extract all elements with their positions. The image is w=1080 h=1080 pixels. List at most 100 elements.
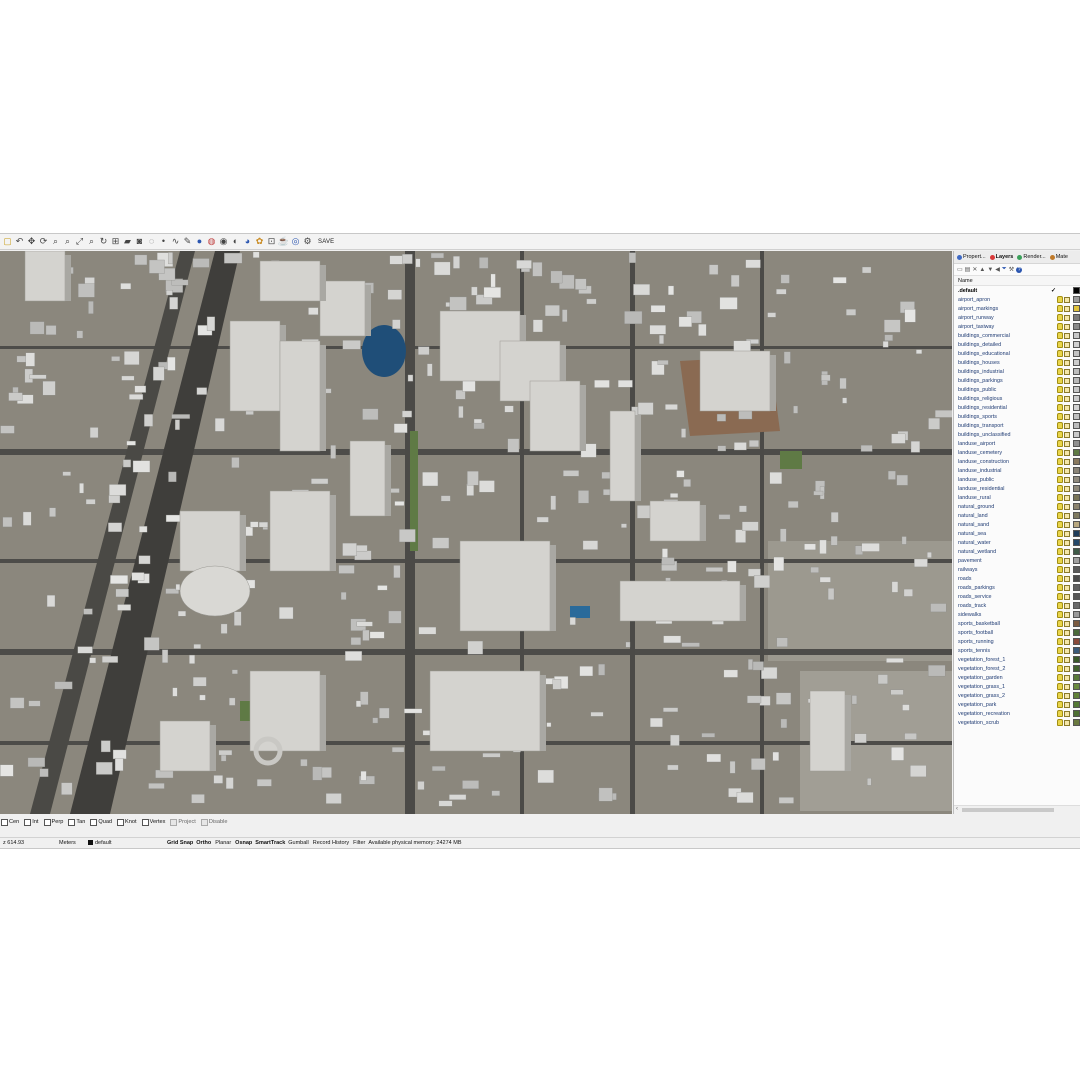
layer-color-swatch[interactable] xyxy=(1073,512,1080,519)
osnap-vertex[interactable]: Vertex xyxy=(141,818,165,826)
visibility-bulb-icon[interactable] xyxy=(1057,467,1063,474)
visibility-bulb-icon[interactable] xyxy=(1057,494,1063,501)
visibility-bulb-icon[interactable] xyxy=(1057,638,1063,645)
layer-row[interactable]: roads_parkings xyxy=(954,583,1080,592)
lock-icon[interactable] xyxy=(1064,476,1070,483)
visibility-bulb-icon[interactable] xyxy=(1057,512,1063,519)
osnap-checkbox[interactable] xyxy=(43,818,51,826)
lock-icon[interactable] xyxy=(1064,521,1070,528)
layer-row[interactable]: vegetation_forest_1 xyxy=(954,655,1080,664)
lock-icon[interactable] xyxy=(1064,620,1070,627)
visibility-bulb-icon[interactable] xyxy=(1057,665,1063,672)
layer-row[interactable]: landuse_industrial xyxy=(954,466,1080,475)
osnap-int[interactable]: Int xyxy=(24,818,39,826)
lock-icon[interactable] xyxy=(1064,566,1070,573)
lock-icon[interactable] xyxy=(1064,674,1070,681)
layer-row[interactable]: airport_markings xyxy=(954,304,1080,313)
layer-row[interactable]: pavement xyxy=(954,556,1080,565)
visibility-bulb-icon[interactable] xyxy=(1057,683,1063,690)
osnap-cen[interactable]: Cen xyxy=(1,818,19,826)
earth-icon[interactable]: ◎ xyxy=(290,236,301,247)
lock-icon[interactable] xyxy=(1064,332,1070,339)
layer-row[interactable]: natural_wetland xyxy=(954,547,1080,556)
layer-row[interactable]: landuse_public xyxy=(954,475,1080,484)
lock-icon[interactable] xyxy=(1064,431,1070,438)
visibility-bulb-icon[interactable] xyxy=(1057,314,1063,321)
delete-icon[interactable]: ✕ xyxy=(972,266,977,273)
layer-row[interactable]: vegetation_forest_2 xyxy=(954,664,1080,673)
save-button[interactable]: SAVE xyxy=(318,239,334,245)
brush-icon[interactable]: ✎ xyxy=(182,236,193,247)
layer-color-swatch[interactable] xyxy=(1073,620,1080,627)
osnap-checkbox[interactable] xyxy=(68,818,76,826)
layer-row[interactable]: vegetation_park xyxy=(954,700,1080,709)
layer-row[interactable]: sidewalks xyxy=(954,610,1080,619)
visibility-bulb-icon[interactable] xyxy=(1057,332,1063,339)
lock-icon[interactable] xyxy=(1064,584,1070,591)
material-icon[interactable]: ◐ xyxy=(230,236,241,247)
visibility-bulb-icon[interactable] xyxy=(1057,548,1063,555)
lock-icon[interactable] xyxy=(1064,404,1070,411)
layer-color-swatch[interactable] xyxy=(1073,287,1080,294)
layer-color-swatch[interactable] xyxy=(1073,440,1080,447)
lock-icon[interactable] xyxy=(1064,719,1070,726)
layer-color-swatch[interactable] xyxy=(1073,674,1080,681)
lock-icon[interactable] xyxy=(1064,575,1070,582)
car-icon[interactable]: ▰ xyxy=(122,236,133,247)
layer-color-swatch[interactable] xyxy=(1073,575,1080,582)
layer-row[interactable]: railways xyxy=(954,565,1080,574)
visibility-bulb-icon[interactable] xyxy=(1057,485,1063,492)
layer-color-swatch[interactable] xyxy=(1073,350,1080,357)
visibility-bulb-icon[interactable] xyxy=(1057,350,1063,357)
layer-row[interactable]: buildings_educational xyxy=(954,349,1080,358)
layer-row[interactable]: buildings_sports xyxy=(954,412,1080,421)
tab-propert[interactable]: Propert... xyxy=(957,254,986,260)
tab-render[interactable]: Render... xyxy=(1017,254,1046,260)
lock-icon[interactable] xyxy=(1064,458,1070,465)
visibility-bulb-icon[interactable] xyxy=(1057,530,1063,537)
lock-icon[interactable] xyxy=(1064,296,1070,303)
layer-color-swatch[interactable] xyxy=(1073,701,1080,708)
layer-color-swatch[interactable] xyxy=(1073,611,1080,618)
rotate-view-icon[interactable]: ↻ xyxy=(98,236,109,247)
visibility-bulb-icon[interactable] xyxy=(1057,413,1063,420)
layer-color-swatch[interactable] xyxy=(1073,566,1080,573)
visibility-bulb-icon[interactable] xyxy=(1057,440,1063,447)
lock-icon[interactable] xyxy=(1064,530,1070,537)
visibility-bulb-icon[interactable] xyxy=(1057,458,1063,465)
visibility-bulb-icon[interactable] xyxy=(1057,539,1063,546)
visibility-bulb-icon[interactable] xyxy=(1057,674,1063,681)
new-sublayer-icon[interactable]: ▤ xyxy=(965,266,971,273)
layer-row[interactable]: roads_track xyxy=(954,601,1080,610)
layer-color-swatch[interactable] xyxy=(1073,341,1080,348)
panel-horizontal-scrollbar[interactable]: ‹ xyxy=(954,805,1080,814)
visibility-bulb-icon[interactable] xyxy=(1057,422,1063,429)
visibility-bulb-icon[interactable] xyxy=(1057,656,1063,663)
zoom-extents-icon[interactable]: ⤢ xyxy=(74,236,85,247)
visibility-bulb-icon[interactable] xyxy=(1057,503,1063,510)
layer-row[interactable]: sports_football xyxy=(954,628,1080,637)
layer-color-swatch[interactable] xyxy=(1073,422,1080,429)
layer-color-swatch[interactable] xyxy=(1073,323,1080,330)
layer-color-swatch[interactable] xyxy=(1073,656,1080,663)
lock-icon[interactable] xyxy=(1064,440,1070,447)
lock-icon[interactable] xyxy=(1064,377,1070,384)
layer-color-swatch[interactable] xyxy=(1073,710,1080,717)
visibility-bulb-icon[interactable] xyxy=(1057,593,1063,600)
osnap-project[interactable]: Project xyxy=(170,818,196,826)
visibility-bulb-icon[interactable] xyxy=(1057,557,1063,564)
lock-icon[interactable] xyxy=(1064,395,1070,402)
osnap-checkbox[interactable] xyxy=(141,818,149,826)
layer-color-swatch[interactable] xyxy=(1073,629,1080,636)
layer-color-swatch[interactable] xyxy=(1073,557,1080,564)
perspective-viewport[interactable] xyxy=(0,251,952,814)
layer-color-swatch[interactable] xyxy=(1073,431,1080,438)
lock-icon[interactable] xyxy=(1064,701,1070,708)
move-up-icon[interactable]: ▲ xyxy=(979,267,985,273)
lock-icon[interactable] xyxy=(1064,449,1070,456)
lock-icon[interactable] xyxy=(1064,512,1070,519)
layer-row[interactable]: sports_tennis xyxy=(954,646,1080,655)
osnap-quad[interactable]: Quad xyxy=(90,818,112,826)
camera-icon[interactable]: ◙ xyxy=(134,236,145,247)
gumball-toggle[interactable]: Gumball xyxy=(288,840,308,846)
